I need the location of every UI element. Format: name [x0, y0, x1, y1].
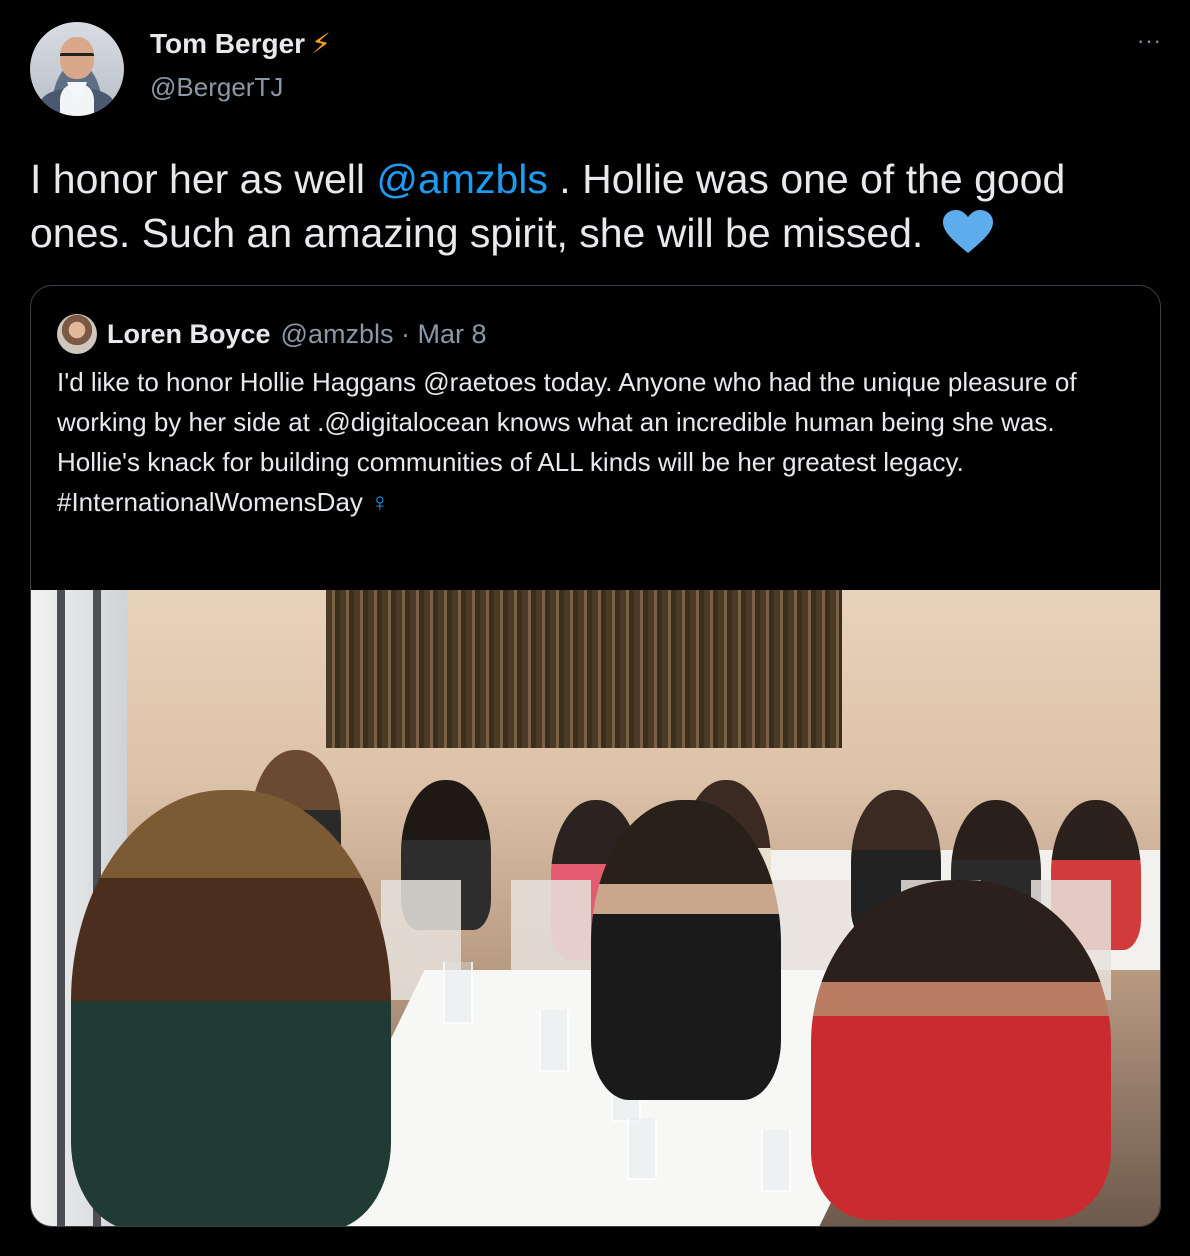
quoted-tweet-card[interactable]: Loren Boyce @amzbls · Mar 8 I'd like to …	[30, 285, 1161, 1227]
more-options-icon[interactable]: ···	[1137, 28, 1162, 54]
author-name[interactable]: Tom Berger	[150, 28, 305, 60]
photo-person	[811, 880, 1111, 1220]
photo-glass	[443, 962, 473, 1024]
photo-glass	[539, 1010, 569, 1072]
quoted-tweet-photo[interactable]	[31, 590, 1160, 1226]
photo-person	[71, 790, 391, 1226]
quoted-tweet-header: Loren Boyce @amzbls · Mar 8	[57, 314, 487, 354]
avatar-glasses	[60, 53, 94, 64]
photo-wall-art	[326, 590, 842, 748]
photo-glass	[627, 1118, 657, 1180]
photo-person	[591, 800, 781, 1100]
quoted-tweet-text: I'd like to honor Hollie Haggans @raetoe…	[57, 362, 1137, 522]
meta-separator: ·	[393, 318, 418, 349]
author-handle[interactable]: @BergerTJ	[150, 72, 283, 103]
quoted-tweet-date: Mar 8	[417, 318, 487, 349]
tweet-mention-link[interactable]: @amzbls	[376, 156, 548, 202]
quoted-author-meta: @amzbls · Mar 8	[281, 319, 487, 350]
quoted-tweet-body: I'd like to honor Hollie Haggans @raetoe…	[57, 367, 1077, 517]
blue-heart-icon	[942, 210, 993, 253]
photo-glass	[761, 1130, 791, 1192]
quoted-author-avatar	[57, 314, 97, 354]
lightning-bolt-icon: ⚡	[311, 28, 331, 59]
tweet-text: I honor her as well @amzbls . Hollie was…	[30, 152, 1160, 260]
tweet-text-before: I honor her as well	[30, 156, 377, 202]
author-avatar[interactable]	[30, 22, 124, 116]
female-sign-icon: ♀	[370, 487, 390, 517]
quoted-author-handle: @amzbls	[280, 318, 394, 349]
quoted-author-name: Loren Boyce	[107, 318, 271, 349]
author-name-row: Tom Berger ⚡	[150, 28, 331, 60]
